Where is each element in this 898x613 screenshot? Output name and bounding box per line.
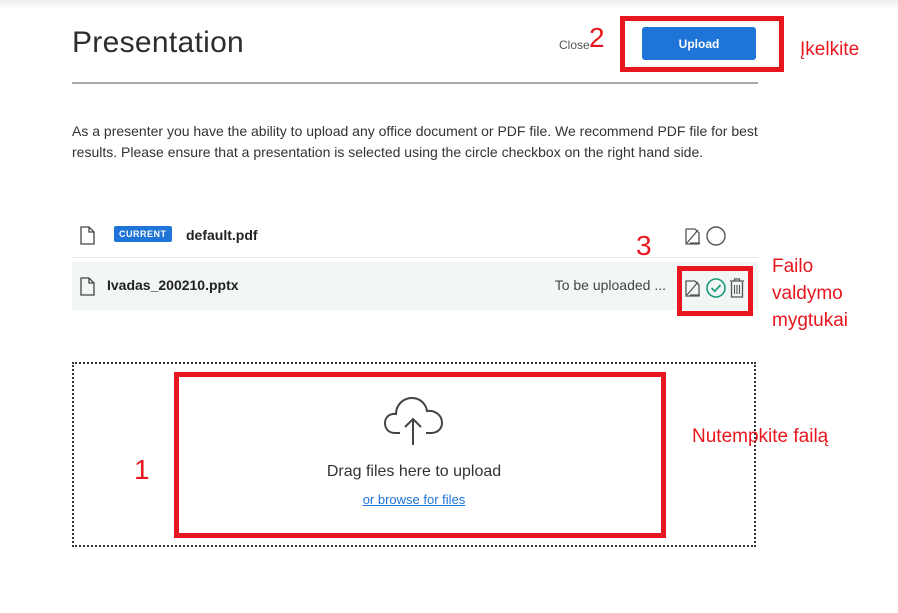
annotation-text-dropzone: Nutempkite failą — [692, 426, 829, 447]
file-icon — [80, 226, 95, 245]
file-icon — [80, 277, 95, 296]
annotation-number-2: 2 — [589, 22, 605, 53]
description-text: As a presenter you have the ability to u… — [72, 123, 758, 160]
annotation-number-3: 3 — [636, 230, 652, 261]
file-name: default.pdf — [186, 227, 258, 243]
annotation-text-controls-1: Failo — [772, 256, 814, 277]
download-toggle-icon[interactable] — [683, 226, 703, 246]
upload-status: To be uploaded ... — [554, 277, 666, 293]
close-button[interactable]: Close — [559, 38, 590, 52]
file-row-current: CURRENT default.pdf — [72, 213, 758, 258]
top-shadow — [0, 0, 898, 10]
select-circle-icon[interactable] — [705, 225, 727, 247]
current-badge: CURRENT — [114, 226, 172, 242]
dialog-title: Presentation — [72, 26, 245, 59]
annotation-number-1: 1 — [134, 454, 150, 485]
file-row-pending: Ivadas_200210.pptx To be uploaded ... — [72, 262, 758, 310]
annotation-box-upload — [620, 16, 784, 72]
annotation-box-dropzone — [174, 372, 666, 538]
annotation-box-controls — [677, 266, 753, 316]
annotation-text-controls-3: mygtukai — [772, 310, 849, 331]
annotation-text-upload: Įkelkite — [800, 39, 860, 60]
file-name: Ivadas_200210.pptx — [107, 277, 239, 293]
annotation-text-controls-2: valdymo — [772, 283, 843, 304]
header-divider — [72, 82, 758, 84]
